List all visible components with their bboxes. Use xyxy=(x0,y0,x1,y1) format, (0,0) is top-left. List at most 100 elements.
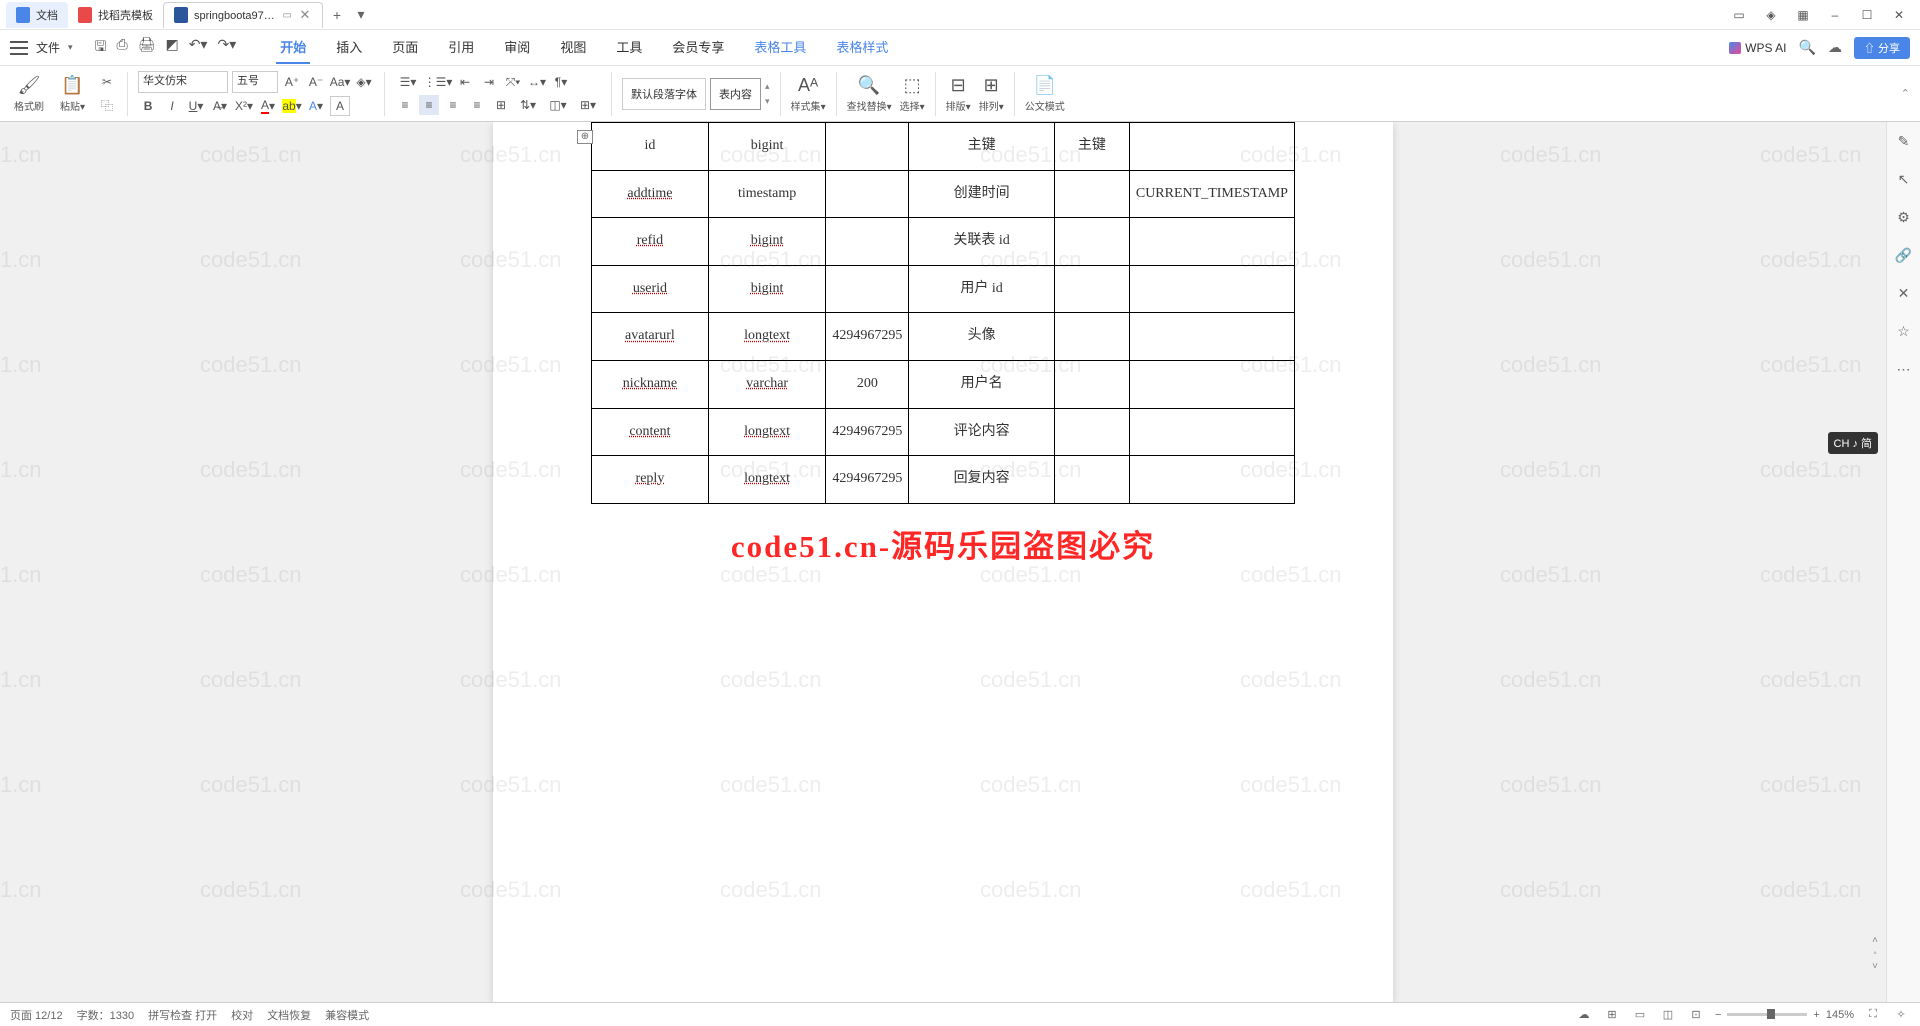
table-row[interactable]: contentlongtext4294967295评论内容 xyxy=(592,408,1295,456)
table-cell[interactable]: 4294967295 xyxy=(826,456,909,504)
table-cell[interactable] xyxy=(1054,360,1129,408)
table-cell[interactable]: bigint xyxy=(708,265,826,313)
tab-springboot-doc[interactable]: springboota97r2数据库文档 ▭ ✕ xyxy=(163,2,323,28)
bold-icon[interactable]: B xyxy=(138,96,158,116)
align-center-icon[interactable]: ≡ xyxy=(419,95,439,115)
highlight-icon[interactable]: ab▾ xyxy=(282,96,302,116)
table-cell[interactable]: timestamp xyxy=(708,170,826,218)
table-cell[interactable]: id xyxy=(592,123,709,171)
increase-indent-icon[interactable]: ⇥ xyxy=(479,72,499,92)
distribute-icon[interactable]: ⊞ xyxy=(491,95,511,115)
print-preview-icon[interactable]: ⎙ xyxy=(116,36,127,60)
minimize-button[interactable]: – xyxy=(1820,2,1850,28)
official-mode-button[interactable]: 📄公文模式 xyxy=(1025,75,1065,113)
menu-start[interactable]: 开始 xyxy=(276,31,310,64)
table-cell[interactable] xyxy=(1129,456,1294,504)
close-button[interactable]: ✕ xyxy=(1884,2,1914,28)
save-icon[interactable]: 🖫 xyxy=(95,36,107,60)
rail-cursor-icon[interactable]: ↖ xyxy=(1893,168,1915,190)
undo-icon[interactable]: ↶▾ xyxy=(189,36,208,60)
table-cell[interactable] xyxy=(1054,456,1129,504)
table-cell[interactable] xyxy=(1054,218,1129,266)
status-compat[interactable]: 兼容模式 xyxy=(325,1007,369,1023)
rail-pencil-icon[interactable]: ✎ xyxy=(1893,130,1915,152)
table-cell[interactable]: longtext xyxy=(708,408,826,456)
style-prev-icon[interactable]: ▴ xyxy=(765,79,770,94)
wps-ai-button[interactable]: WPS AI xyxy=(1729,41,1786,55)
table-cell[interactable] xyxy=(1129,408,1294,456)
status-spellcheck[interactable]: 拼写检查 打开 xyxy=(148,1007,217,1023)
zoom-out-icon[interactable]: − xyxy=(1715,1009,1721,1021)
menu-table-style[interactable]: 表格样式 xyxy=(832,31,892,64)
superscript-icon[interactable]: X²▾ xyxy=(234,96,254,116)
table-cell[interactable]: 4294967295 xyxy=(826,408,909,456)
search-icon[interactable]: 🔍 xyxy=(1799,39,1816,56)
table-cell[interactable] xyxy=(1129,123,1294,171)
status-proofing[interactable]: 校对 xyxy=(231,1007,253,1023)
table-cell[interactable] xyxy=(1054,265,1129,313)
menu-table-tools[interactable]: 表格工具 xyxy=(750,31,810,64)
table-cell[interactable]: 头像 xyxy=(909,313,1055,361)
shading-icon[interactable]: ◫▾ xyxy=(545,95,571,115)
print-icon[interactable]: 🖨 xyxy=(138,36,156,60)
format-painter-button[interactable]: 🖌格式刷 xyxy=(14,75,44,113)
font-effects-icon[interactable]: A▾ xyxy=(306,96,326,116)
maximize-button[interactable]: ☐ xyxy=(1852,2,1882,28)
table-cell[interactable] xyxy=(1129,218,1294,266)
line-spacing-icon[interactable]: ⇅▾ xyxy=(515,95,541,115)
cube-icon[interactable]: ◈ xyxy=(1756,2,1786,28)
strikethrough-icon[interactable]: A̶▾ xyxy=(210,96,230,116)
redo-icon[interactable]: ↷▾ xyxy=(217,36,236,60)
style-default[interactable]: 默认段落字体 xyxy=(622,78,706,110)
database-table[interactable]: idbigint主键主键addtimetimestamp创建时间CURRENT_… xyxy=(591,122,1295,504)
table-cell[interactable]: 主键 xyxy=(1054,123,1129,171)
increase-font-icon[interactable]: A⁺ xyxy=(282,72,302,92)
table-row[interactable]: idbigint 主键主键 xyxy=(592,123,1295,171)
font-name-select[interactable]: 华文仿宋 xyxy=(138,71,228,93)
table-cell[interactable]: 关联表 id xyxy=(909,218,1055,266)
font-size-select[interactable]: 五号 xyxy=(232,71,278,93)
table-cell[interactable] xyxy=(1129,265,1294,313)
style-next-icon[interactable]: ▾ xyxy=(765,94,770,109)
char-scale-icon[interactable]: ↔▾ xyxy=(527,72,547,92)
preview-icon[interactable]: ◩ xyxy=(165,36,178,60)
table-cell[interactable]: addtime xyxy=(592,170,709,218)
table-cell[interactable] xyxy=(826,170,909,218)
tab-template[interactable]: 找稻壳模板 xyxy=(68,2,163,28)
table-cell[interactable]: bigint xyxy=(708,123,826,171)
rail-settings-icon[interactable]: ⚙ xyxy=(1893,206,1915,228)
font-color-icon[interactable]: A▾ xyxy=(258,96,278,116)
show-marks-icon[interactable]: ¶▾ xyxy=(551,72,571,92)
border-icon[interactable]: ⊞▾ xyxy=(575,95,601,115)
table-cell[interactable]: refid xyxy=(592,218,709,266)
hamburger-icon[interactable] xyxy=(10,41,28,55)
align-right-icon[interactable]: ≡ xyxy=(443,95,463,115)
align-left-icon[interactable]: ≡ xyxy=(395,95,415,115)
zoom-slider[interactable] xyxy=(1727,1013,1807,1016)
align-justify-icon[interactable]: ≡ xyxy=(467,95,487,115)
table-cell[interactable]: userid xyxy=(592,265,709,313)
new-tab-button[interactable]: + xyxy=(327,5,347,25)
layout-col-button[interactable]: ⊞排列▾ xyxy=(979,75,1004,113)
table-cell[interactable] xyxy=(1129,313,1294,361)
table-cell[interactable]: 回复内容 xyxy=(909,456,1055,504)
collapse-ribbon-icon[interactable]: ⌃ xyxy=(1901,87,1910,100)
menu-insert[interactable]: 插入 xyxy=(332,31,366,64)
table-cell[interactable]: 200 xyxy=(826,360,909,408)
rail-link-icon[interactable]: 🔗 xyxy=(1893,244,1915,266)
table-cell[interactable] xyxy=(1054,408,1129,456)
table-row[interactable]: addtimetimestamp创建时间CURRENT_TIMESTAMP xyxy=(592,170,1295,218)
table-row[interactable]: avatarurllongtext4294967295头像 xyxy=(592,313,1295,361)
table-cell[interactable] xyxy=(1054,313,1129,361)
underline-icon[interactable]: U▾ xyxy=(186,96,206,116)
layout-row-button[interactable]: ⊟排版▾ xyxy=(946,75,971,113)
zoom-level[interactable]: 145% xyxy=(1826,1009,1854,1021)
table-cell[interactable]: 主键 xyxy=(909,123,1055,171)
view-mode-2-icon[interactable]: ⊞ xyxy=(1603,1007,1621,1023)
bullet-list-icon[interactable]: ☰▾ xyxy=(395,72,421,92)
italic-icon[interactable]: I xyxy=(162,96,182,116)
rail-tools-icon[interactable]: ✕ xyxy=(1893,282,1915,304)
cut-icon[interactable]: ✂ xyxy=(97,72,117,92)
status-page[interactable]: 页面 12/12 xyxy=(10,1007,63,1023)
table-row[interactable]: replylongtext4294967295回复内容 xyxy=(592,456,1295,504)
